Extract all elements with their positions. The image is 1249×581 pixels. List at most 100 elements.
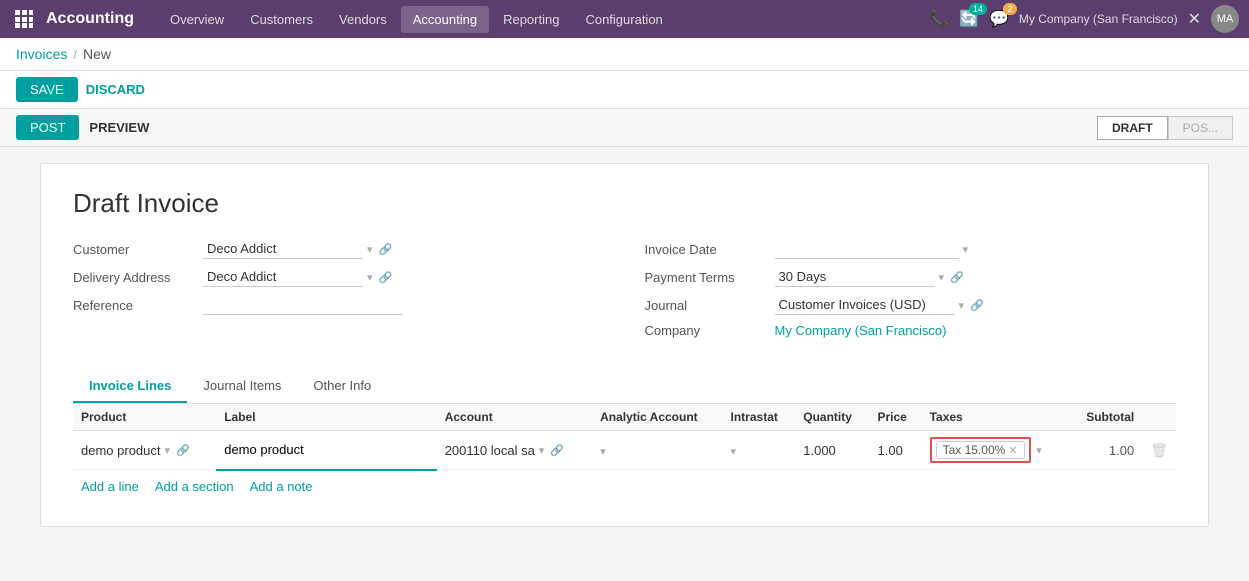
company-value[interactable]: My Company (San Francisco) (775, 323, 947, 338)
row-delete-icon[interactable]: 🗑 (1150, 442, 1168, 458)
phone-icon[interactable]: 📞 (929, 9, 949, 29)
row-product: demo product ▾ 🔗 (73, 431, 216, 470)
form-fields: Customer Deco Addict ▾ 🔗 Delivery Addres… (73, 239, 1176, 346)
add-note-link[interactable]: Add a note (250, 479, 313, 494)
analytic-dropdown[interactable]: ▾ (600, 446, 606, 458)
product-name: demo product (81, 443, 161, 458)
tax-cell-highlight: Tax 15.00% ✕ (930, 437, 1031, 463)
delivery-text: Deco Addict (203, 267, 363, 287)
add-section-link[interactable]: Add a section (155, 479, 234, 494)
customer-text: Deco Addict (203, 239, 363, 259)
action-bar: SAVE DISCARD (0, 71, 1249, 109)
customer-dropdown-arrow[interactable]: ▾ (367, 243, 373, 256)
reference-value (203, 295, 605, 315)
invoice-title: Draft Invoice (73, 188, 1176, 219)
breadcrumb-separator: / (73, 47, 77, 62)
customer-label: Customer (73, 242, 203, 257)
add-line-link[interactable]: Add a line (81, 479, 139, 494)
journal-row: Journal Customer Invoices (USD) ▾ 🔗 (645, 295, 1177, 315)
tab-journal-items[interactable]: Journal Items (187, 370, 297, 403)
tax-label: Tax 15.00% (943, 443, 1006, 457)
intrastat-dropdown[interactable]: ▾ (731, 446, 737, 458)
nav-customers[interactable]: Customers (238, 6, 325, 33)
account-text: 200110 local sa (445, 443, 535, 458)
journal-arrow[interactable]: ▾ (959, 299, 965, 312)
payment-terms-text: 30 Days (775, 267, 935, 287)
invoice-date-arrow[interactable]: ▾ (963, 243, 969, 256)
nav-overview[interactable]: Overview (158, 6, 236, 33)
activity-badge: 14 (969, 3, 987, 15)
close-icon[interactable]: ✕ (1188, 9, 1201, 29)
row-label[interactable] (216, 431, 436, 470)
nav-links: Overview Customers Vendors Accounting Re… (158, 6, 925, 33)
row-price: 1.00 (870, 431, 922, 470)
tab-other-info[interactable]: Other Info (297, 370, 387, 403)
product-dropdown[interactable]: ▾ (165, 444, 171, 457)
invoice-date-label: Invoice Date (645, 242, 775, 257)
col-product: Product (73, 404, 216, 431)
customer-ext-link[interactable]: 🔗 (379, 243, 393, 256)
reference-input[interactable] (203, 295, 403, 315)
delivery-dropdown-arrow[interactable]: ▾ (367, 271, 373, 284)
row-analytic: ▾ (592, 431, 722, 470)
col-label: Label (216, 404, 436, 431)
taxes-dropdown[interactable]: ▾ (1036, 445, 1042, 457)
table-row: demo product ▾ 🔗 200110 local sa ▾ 🔗 (73, 431, 1176, 470)
account-dropdown[interactable]: ▾ (539, 444, 545, 457)
apps-icon[interactable] (10, 5, 38, 33)
journal-text: Customer Invoices (USD) (775, 295, 955, 315)
messages-icon[interactable]: 💬 2 (989, 9, 1009, 29)
breadcrumb-invoices[interactable]: Invoices (16, 46, 67, 62)
label-input[interactable] (224, 442, 428, 457)
row-intrastat: ▾ (723, 431, 796, 470)
messages-badge: 2 (1003, 3, 1017, 15)
brand-name: Accounting (46, 10, 134, 28)
row-taxes: Tax 15.00% ✕ ▾ (922, 431, 1069, 470)
delivery-value: Deco Addict ▾ 🔗 (203, 267, 605, 287)
status-posted: POS... (1168, 116, 1233, 140)
preview-button[interactable]: PREVIEW (89, 120, 149, 135)
payment-terms-ext-link[interactable]: 🔗 (950, 271, 964, 284)
col-analytic: Analytic Account (592, 404, 722, 431)
company-row: Company My Company (San Francisco) (645, 323, 1177, 338)
nav-configuration[interactable]: Configuration (573, 6, 674, 33)
save-button[interactable]: SAVE (16, 77, 78, 102)
status-bar: POST PREVIEW DRAFT POS... (0, 109, 1249, 147)
reference-row: Reference (73, 295, 605, 315)
tax-remove-icon[interactable]: ✕ (1008, 444, 1017, 457)
nav-accounting[interactable]: Accounting (401, 6, 489, 33)
product-ext-link[interactable]: 🔗 (176, 444, 190, 457)
invoice-date-row: Invoice Date ▾ (645, 239, 1177, 259)
col-taxes: Taxes (922, 404, 1069, 431)
user-avatar[interactable]: MA (1211, 5, 1239, 33)
invoice-lines-table: Product Label Account Analytic Account I… (73, 404, 1176, 471)
status-pipeline: DRAFT POS... (1097, 116, 1233, 140)
col-price: Price (870, 404, 922, 431)
tabs-bar: Invoice Lines Journal Items Other Info (73, 370, 1176, 404)
discard-button[interactable]: DISCARD (86, 82, 145, 97)
payment-terms-label: Payment Terms (645, 270, 775, 285)
account-ext-link[interactable]: 🔗 (550, 444, 564, 457)
invoice-date-input[interactable] (775, 239, 959, 259)
activity-icon[interactable]: 🔄 14 (959, 9, 979, 29)
payment-terms-row: Payment Terms 30 Days ▾ 🔗 (645, 267, 1177, 287)
journal-ext-link[interactable]: 🔗 (970, 299, 984, 312)
company-selector[interactable]: My Company (San Francisco) (1019, 12, 1178, 26)
post-button[interactable]: POST (16, 115, 79, 140)
customer-value: Deco Addict ▾ 🔗 (203, 239, 605, 259)
payment-terms-arrow[interactable]: ▾ (939, 271, 945, 284)
col-subtotal: Subtotal (1069, 404, 1143, 431)
invoice-date-value: ▾ (775, 239, 1177, 259)
nav-vendors[interactable]: Vendors (327, 6, 399, 33)
journal-value: Customer Invoices (USD) ▾ 🔗 (775, 295, 1177, 315)
nav-reporting[interactable]: Reporting (491, 6, 571, 33)
col-account: Account (437, 404, 592, 431)
breadcrumb-new: New (83, 46, 111, 62)
tab-invoice-lines[interactable]: Invoice Lines (73, 370, 187, 403)
delivery-label: Delivery Address (73, 270, 203, 285)
delivery-ext-link[interactable]: 🔗 (379, 271, 393, 284)
row-quantity: 1.000 (795, 431, 869, 470)
reference-label: Reference (73, 298, 203, 313)
nav-right-icons: 📞 🔄 14 💬 2 My Company (San Francisco) ✕ … (929, 5, 1239, 33)
top-navigation: Accounting Overview Customers Vendors Ac… (0, 0, 1249, 38)
